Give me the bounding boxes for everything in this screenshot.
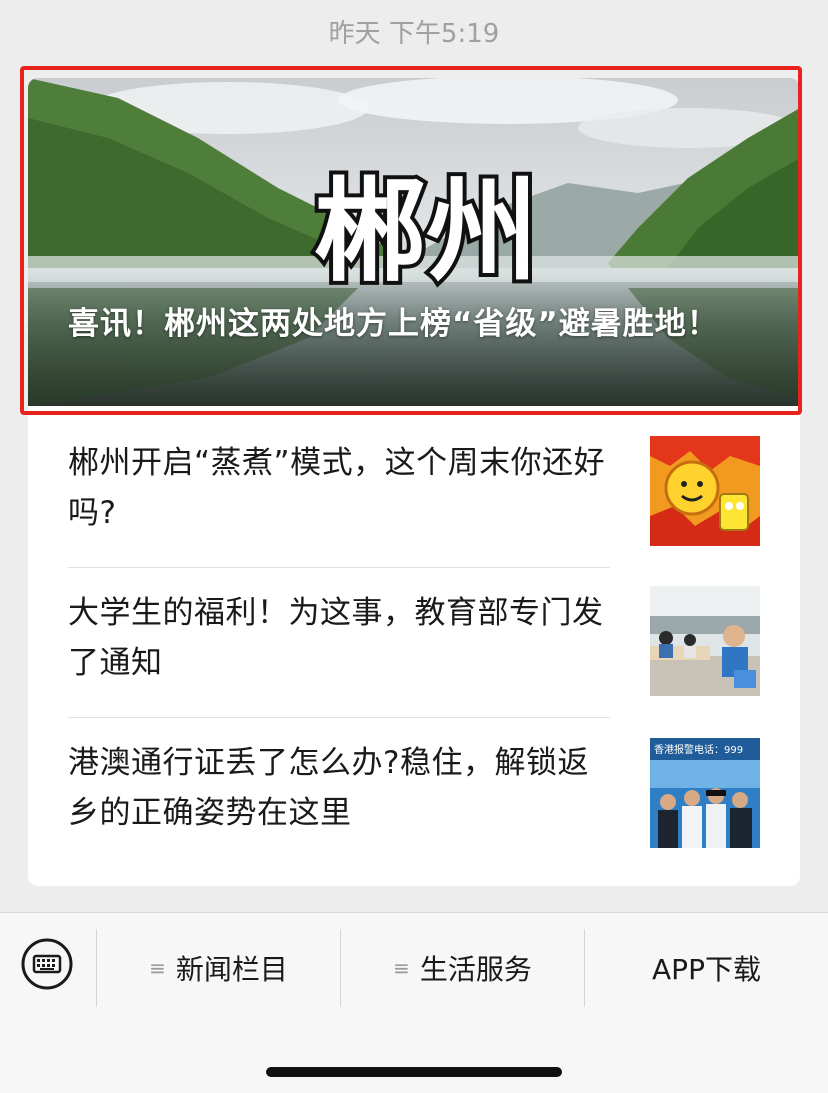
news-title: 郴州开启“蒸煮”模式，这个周末你还好吗? (68, 445, 606, 531)
news-item[interactable]: 大学生的福利！为这事，教育部专门发了通知 (28, 578, 800, 728)
menu-label: 新闻栏目 (175, 953, 288, 986)
hero-title: 喜讯！郴州这两处地方上榜“省级”避暑胜地！ (68, 306, 719, 342)
classroom-students-thumbnail (650, 586, 760, 696)
sun-cartoon-thumbnail (650, 436, 760, 546)
divider (68, 717, 610, 718)
home-indicator[interactable] (266, 1067, 562, 1077)
hero-logo-text: 郴州 (314, 167, 538, 297)
menu-label: 生活服务 (419, 953, 532, 986)
menu-label: APP下载 (652, 953, 761, 986)
menu-app-download[interactable]: APP下载 (585, 929, 828, 1007)
thumb-caption: 香港报警电话：999 (654, 743, 743, 756)
keyboard-icon[interactable] (20, 937, 74, 991)
news-title: 大学生的福利！为这事，教育部专门发了通知 (68, 595, 604, 681)
hero-image: 郴州 (28, 78, 800, 406)
menu-news-columns[interactable]: ≡ 新闻栏目 (97, 929, 340, 1007)
divider (68, 567, 610, 568)
news-item[interactable]: 港澳通行证丢了怎么办?稳住，解锁返乡的正确姿势在这里 香港报警电话：999 (28, 728, 800, 878)
bottom-menu-bar: ≡ 新闻栏目 ≡ 生活服务 APP下载 (0, 912, 828, 1093)
message-timestamp: 昨天 下午5:19 (328, 19, 500, 49)
menu-list-icon: ≡ (393, 956, 410, 980)
news-title: 港澳通行证丢了怎么办?稳住，解锁返乡的正确姿势在这里 (68, 745, 589, 831)
menu-life-services[interactable]: ≡ 生活服务 (341, 929, 584, 1007)
menu-list-icon: ≡ (149, 956, 166, 980)
hk-police-thumbnail: 香港报警电话：999 (650, 738, 760, 848)
news-item[interactable]: 郴州开启“蒸煮”模式，这个周末你还好吗? (28, 428, 800, 578)
hero-article[interactable]: 郴州 喜讯！郴州这两处地方上榜“省级”避暑胜地！ (28, 78, 800, 406)
